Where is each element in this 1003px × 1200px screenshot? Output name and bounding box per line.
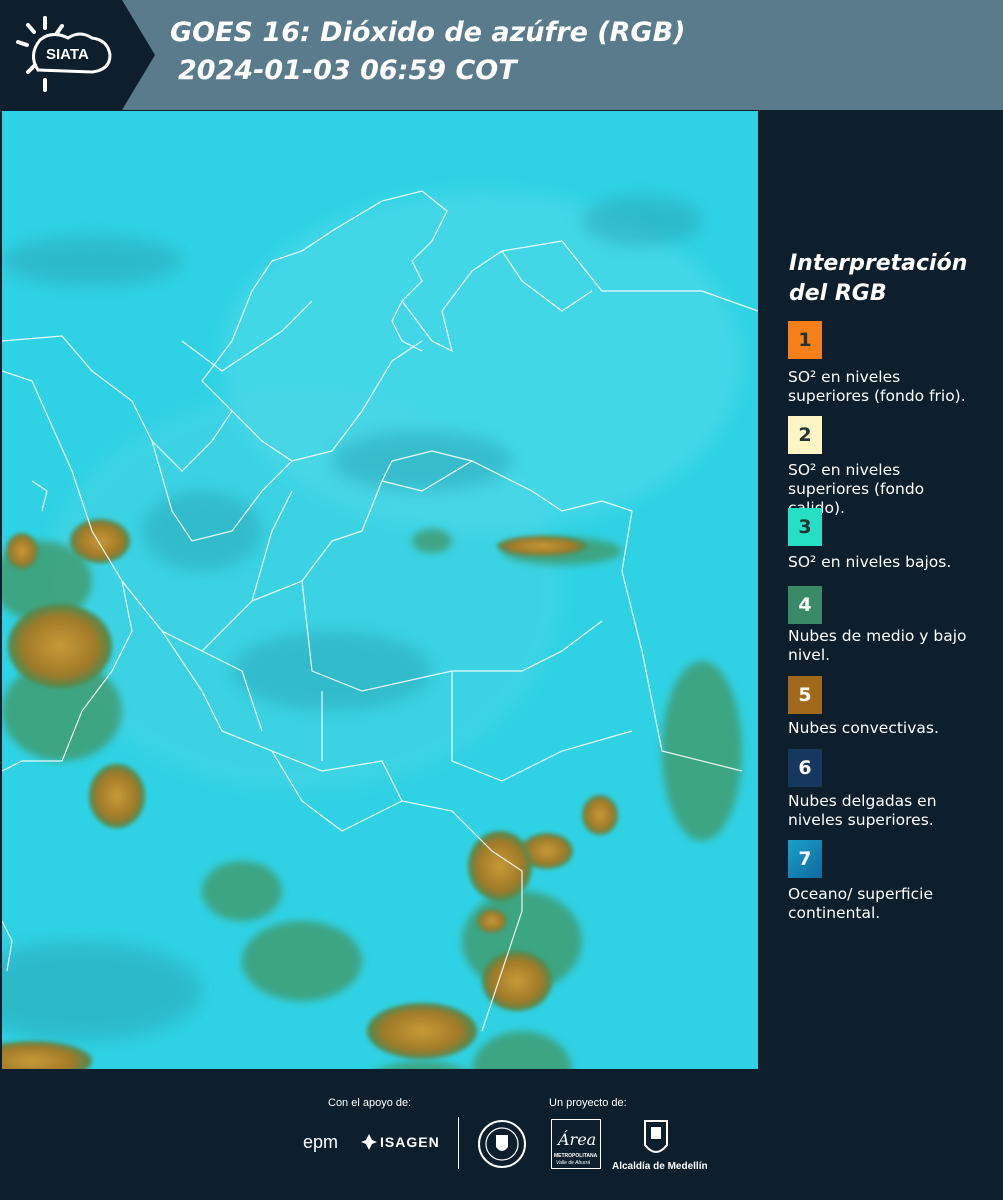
header-band: SIATA GOES 16: Dióxido de azúfre (RGB) 2… bbox=[0, 0, 1003, 110]
siata-logo-text: SIATA bbox=[46, 46, 89, 63]
legend-label-1: SO² en niveles superiores (fondo frio). bbox=[788, 368, 966, 405]
legend-swatch-1: 1 bbox=[788, 321, 822, 359]
area-logo-text: Área bbox=[558, 1130, 597, 1149]
legend-title: Interpretación del RGB bbox=[789, 251, 968, 306]
siata-logo: SIATA bbox=[0, 0, 155, 110]
area-metropolitana-logo: Área METROPOLITANA Valle de Aburrá bbox=[551, 1119, 601, 1169]
footer: Con el apoyo de: Un proyecto de: epm ISA… bbox=[0, 1069, 1003, 1200]
page-title: GOES 16: Dióxido de azúfre (RGB) bbox=[170, 17, 686, 48]
legend-label-4: Nubes de medio y bajo nivel. bbox=[788, 627, 967, 664]
legend-label-3: SO² en niveles bajos. bbox=[788, 553, 952, 571]
epm-logo: epm bbox=[303, 1132, 339, 1152]
area-logo-subtext: METROPOLITANA bbox=[554, 1153, 598, 1159]
isagen-icon bbox=[361, 1134, 377, 1150]
alcaldia-shield-icon bbox=[644, 1120, 668, 1153]
legend-swatch-5: 5 bbox=[788, 676, 822, 714]
support-label: Con el apoyo de: bbox=[328, 1097, 412, 1109]
legend-label-5: Nubes convectivas. bbox=[788, 719, 939, 737]
timestamp: 2024-01-03 06:59 COT bbox=[178, 55, 517, 86]
legend-label-6: Nubes delgadas en niveles superiores. bbox=[788, 792, 937, 829]
legend-label-7: Oceano/ superficie continental. bbox=[788, 885, 933, 922]
area-logo-subtext-2: Valle de Aburrá bbox=[556, 1160, 591, 1166]
legend-swatch-4: 4 bbox=[788, 586, 822, 624]
footer-divider bbox=[458, 1117, 459, 1169]
legend-swatch-7: 7 bbox=[788, 840, 822, 878]
alcaldia-logo-text: Alcaldía de Medellín bbox=[612, 1161, 708, 1172]
isagen-logo: ISAGEN bbox=[380, 1134, 440, 1150]
project-label: Un proyecto de: bbox=[549, 1097, 627, 1109]
legend-swatch-2: 2 bbox=[788, 416, 822, 454]
legend-swatch-6: 6 bbox=[788, 749, 822, 787]
legend-panel: Interpretación del RGB 1 SO² en niveles … bbox=[760, 111, 1003, 1069]
legend-swatch-3: 3 bbox=[788, 508, 822, 546]
medellin-seal-icon bbox=[478, 1120, 526, 1168]
satellite-image bbox=[2, 111, 758, 1069]
